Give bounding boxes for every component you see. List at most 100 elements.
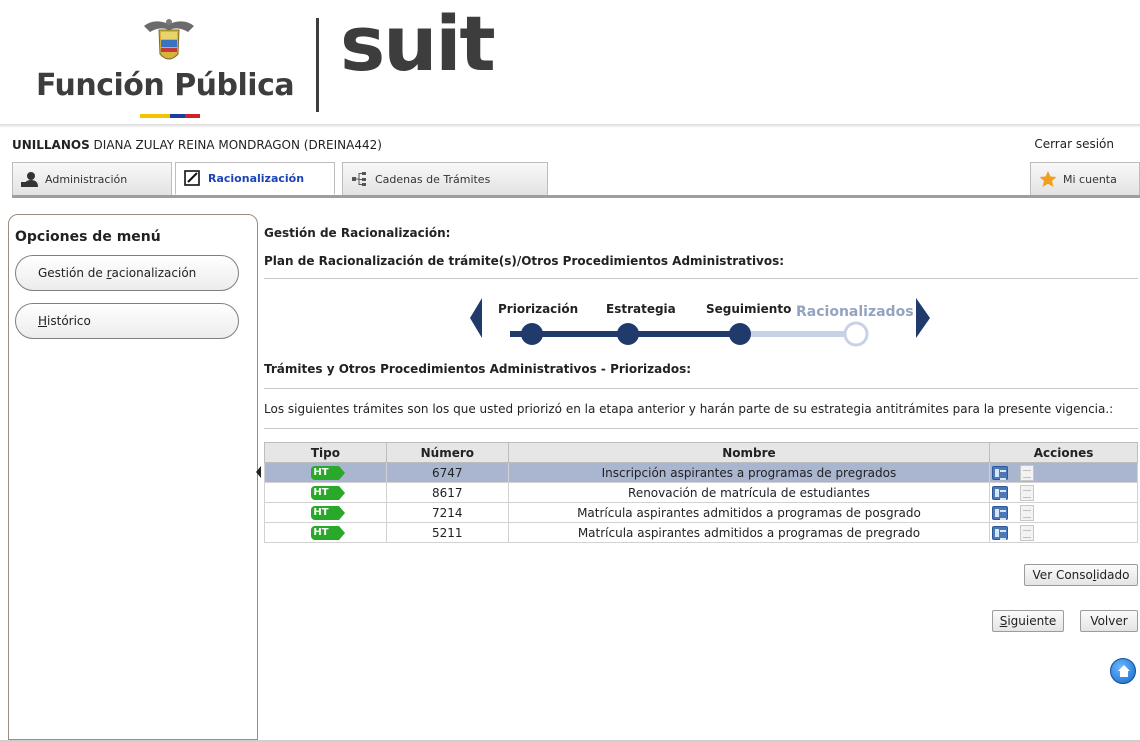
label-accesskey: H <box>38 314 48 328</box>
step-estrategia[interactable]: Estrategia <box>606 302 676 316</box>
tramite-type-badge: HT <box>311 505 346 520</box>
org-name: Función Pública <box>36 68 295 103</box>
document-icon[interactable] <box>1020 464 1035 481</box>
cell-tipo: HT <box>264 482 387 503</box>
edit-strategy-icon[interactable] <box>992 485 1009 500</box>
coat-of-arms-icon <box>144 19 194 60</box>
table-row[interactable]: HT 6747 Inscripción aspirantes a programas… <box>264 462 1138 483</box>
star-icon <box>1039 171 1057 187</box>
cell-numero: 6747 <box>385 462 509 483</box>
label-part: Gestión de <box>38 266 107 280</box>
section-title: Trámites y Otros Procedimientos Administ… <box>264 362 692 376</box>
cell-tipo: HT <box>264 522 387 543</box>
sidebar: Opciones de menú Gestión de racionalizac… <box>8 214 258 740</box>
page-title: Gestión de Racionalización: <box>264 226 451 240</box>
row-actions <box>990 464 1137 481</box>
edit-strategy-icon[interactable] <box>992 505 1009 520</box>
table-row[interactable]: HT 5211 Matrícula aspirantes admitidos a p… <box>264 522 1138 543</box>
edit-strategy-icon[interactable] <box>992 525 1009 540</box>
sidebar-title: Opciones de menú <box>15 229 161 245</box>
tramite-type-badge: HT <box>311 525 346 540</box>
sidebar-item-gestion-racionalizacion[interactable]: Gestión de racionalización <box>15 255 239 291</box>
cell-acciones <box>989 502 1138 523</box>
col-header-acciones: Acciones <box>989 442 1138 463</box>
step-racionalizados[interactable]: Racionalizados <box>796 304 914 320</box>
table-row[interactable]: HT 8617 Renovación de matrícula de estudia… <box>264 482 1138 503</box>
cell-tipo: HT <box>264 502 387 523</box>
step-dot-estrategia <box>617 323 639 345</box>
stepper-next-arrow-icon <box>916 298 930 338</box>
tramites-table: Tipo Número Nombre Acciones HT 6747 Inscri… <box>264 442 1138 543</box>
row-actions <box>990 504 1137 521</box>
cell-acciones <box>989 462 1138 483</box>
tab-mi-cuenta[interactable]: Mi cuenta <box>1030 162 1140 196</box>
label-part: acionalización <box>111 266 197 280</box>
document-icon[interactable] <box>1020 524 1035 541</box>
process-stepper: Priorización Estrategia Seguimiento Raci… <box>470 294 930 358</box>
section-description: Los siguientes trámites son los que uste… <box>264 402 1114 416</box>
header: Función Pública suit <box>0 0 1140 126</box>
user-entity: UNILLANOS <box>12 138 90 152</box>
row-actions <box>990 524 1137 541</box>
suit-logo: suit <box>340 0 496 88</box>
funcion-publica-logo: Función Pública <box>30 14 300 118</box>
tab-administracion[interactable]: Administración <box>12 162 172 196</box>
sidebar-item-label: Histórico <box>38 314 91 328</box>
user-name: DIANA ZULAY REINA MONDRAGON (DREINA442) <box>93 138 382 152</box>
cell-acciones <box>989 522 1138 543</box>
cell-numero: 7214 <box>385 502 509 523</box>
step-dot-seguimiento <box>729 323 751 345</box>
table-header-row: Tipo Número Nombre Acciones <box>264 442 1138 463</box>
admin-user-icon <box>21 171 39 187</box>
user-info: UNILLANOS DIANA ZULAY REINA MONDRAGON (D… <box>12 138 382 152</box>
tramite-type-badge: HT <box>311 485 346 500</box>
logo-divider <box>316 18 319 112</box>
document-icon[interactable] <box>1020 484 1035 501</box>
cell-acciones <box>989 482 1138 503</box>
tab-racionalizacion[interactable]: Racionalización <box>175 162 335 196</box>
edit-strategy-icon[interactable] <box>992 465 1009 480</box>
home-icon[interactable] <box>1110 658 1136 684</box>
cell-numero: 8617 <box>385 482 509 503</box>
sidebar-collapse-icon[interactable] <box>256 466 261 478</box>
step-seguimiento[interactable]: Seguimiento <box>706 302 791 316</box>
button-accesskey: S <box>999 614 1008 628</box>
step-priorizacion[interactable]: Priorización <box>498 302 578 316</box>
divider <box>264 278 1138 279</box>
ver-consolidado-button[interactable]: Ver Conso l idado <box>1024 564 1138 586</box>
table-row[interactable]: HT 7214 Matrícula aspirantes admitidos a p… <box>264 502 1138 523</box>
tab-label: Racionalización <box>208 171 305 185</box>
logout-link[interactable]: Cerrar sesión <box>1034 137 1114 151</box>
tramite-type-badge: HT <box>311 465 346 480</box>
cell-nombre: Inscripción aspirantes a programas de pr… <box>507 462 991 483</box>
stepper-prev-arrow-icon <box>470 298 482 338</box>
col-header-tipo: Tipo <box>264 442 387 463</box>
header-shadow <box>0 124 1140 128</box>
divider <box>264 428 1138 429</box>
tab-label: Administración <box>45 172 128 186</box>
step-dot-priorizacion <box>521 323 543 345</box>
button-label-part: idado <box>1096 568 1130 582</box>
tab-cadenas-tramites[interactable]: Cadenas de Trámites <box>342 162 548 196</box>
label-part: istórico <box>47 314 91 328</box>
document-icon[interactable] <box>1020 504 1035 521</box>
tabs-underline <box>12 195 1140 198</box>
button-label-part: Ver Conso <box>1032 568 1093 582</box>
tab-label: Mi cuenta <box>1063 172 1117 186</box>
col-header-numero: Número <box>385 442 509 463</box>
main-tabs: Administración Racionalización Cadenas d… <box>12 162 1140 198</box>
cell-nombre: Matrícula aspirantes admitidos a program… <box>507 502 991 523</box>
cell-nombre: Matrícula aspirantes admitidos a program… <box>507 522 991 543</box>
flag-bar <box>140 114 200 118</box>
divider <box>264 388 1138 389</box>
row-actions <box>990 484 1137 501</box>
volver-button[interactable]: Volver <box>1080 610 1138 632</box>
sidebar-item-label: Gestión de racionalización <box>38 266 196 280</box>
button-label-part: iguiente <box>1007 614 1057 628</box>
sidebar-item-historico[interactable]: Histórico <box>15 303 239 339</box>
cell-nombre: Renovación de matrícula de estudiantes <box>507 482 991 503</box>
col-header-nombre: Nombre <box>507 442 991 463</box>
siguiente-button[interactable]: Siguiente <box>992 610 1064 632</box>
step-dot-racionalizados <box>843 321 869 347</box>
page-subtitle: Plan de Racionalización de trámite(s)/Ot… <box>264 254 785 268</box>
